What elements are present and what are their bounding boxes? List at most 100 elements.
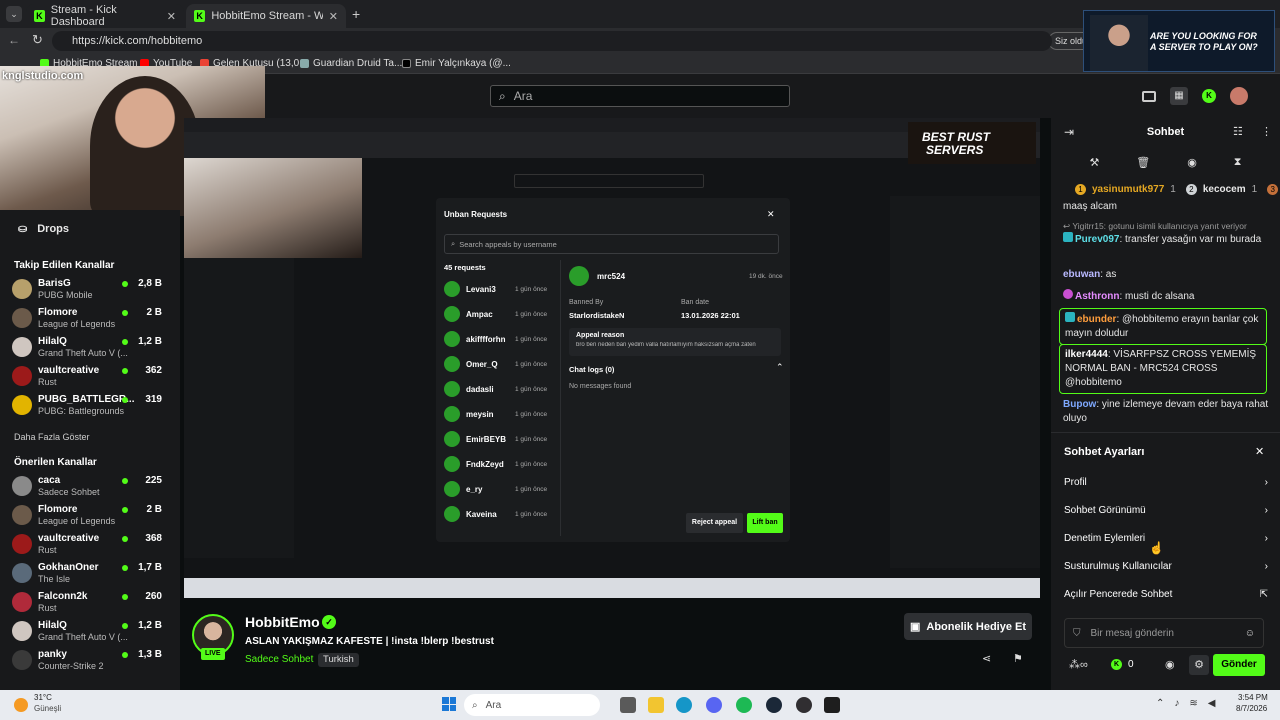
no-messages-text: No messages found	[569, 383, 632, 390]
channel-game: Sadece Sohbet	[38, 487, 100, 497]
channel-name[interactable]: HobbitEmo	[245, 614, 320, 630]
edge-icon[interactable]	[676, 697, 692, 713]
windows-start-icon[interactable]	[442, 697, 456, 711]
bookmark-label: Guardian Druid Ta...	[313, 58, 403, 69]
bookmark-item[interactable]: Emir Yalçınkaya (@...	[402, 58, 511, 69]
live-dot-icon	[122, 339, 128, 345]
emoji-icon[interactable]: ☺	[1245, 628, 1255, 639]
top-user-name[interactable]: kecocem	[1203, 184, 1246, 195]
chat-username[interactable]: Bupow	[1063, 399, 1096, 410]
obs-icon[interactable]	[796, 697, 812, 713]
sidebar-channel[interactable]: vaultcreative Rust 368	[12, 531, 176, 557]
theatre-mode-icon[interactable]	[1142, 90, 1156, 102]
taskbar-date[interactable]: 8/7/2026	[1236, 704, 1267, 713]
close-tab-icon[interactable]: ✕	[167, 10, 176, 23]
chat-bubble-icon[interactable]: ◉	[1165, 658, 1175, 671]
sidebar-channel[interactable]: vaultcreative Rust 362	[12, 363, 176, 389]
stream-title: ASLAN YAKIŞMAZ KAFESTE | !insta !blerp !…	[245, 636, 494, 647]
send-button[interactable]: Gönder	[1213, 654, 1265, 676]
channel-name: Flomore	[38, 504, 78, 515]
sidebar-channel[interactable]: caca Sadece Sohbet 225	[12, 473, 176, 499]
file-explorer-icon[interactable]	[648, 697, 664, 713]
chat-username[interactable]: ilker4444	[1065, 349, 1108, 360]
unban-request-item: Ampac 1 gün önce	[444, 303, 554, 325]
wifi-icon[interactable]: ≋	[1189, 698, 1197, 709]
share-icon[interactable]: ⋖	[982, 652, 991, 665]
kick-points-icon[interactable]: K	[1202, 89, 1216, 103]
sidebar-channel[interactable]: GokhanOner The Isle 1,7 B	[12, 560, 176, 586]
channel-name: panky	[38, 649, 67, 660]
nested-sidebar	[184, 258, 294, 558]
discord-icon[interactable]	[706, 697, 722, 713]
channel-avatar	[12, 534, 32, 554]
report-icon[interactable]: ⚑	[1013, 652, 1023, 665]
settings-chat-view[interactable]: Sohbet Görünümü ›	[1064, 505, 1268, 516]
chat-username[interactable]: ebuwan	[1063, 269, 1100, 280]
chevron-up-icon[interactable]: ⌃	[1156, 698, 1164, 709]
settings-moderation-actions[interactable]: Denetim Eylemleri ›	[1064, 533, 1268, 544]
reload-icon[interactable]: ↻	[32, 32, 43, 48]
settings-popout-chat[interactable]: Açılır Pencerede Sohbet ⇱	[1064, 589, 1268, 600]
taskbar-search[interactable]: ⌕ Ara	[464, 694, 600, 716]
volume-icon[interactable]: ◀	[1208, 698, 1216, 709]
category-link[interactable]: Sadece Sohbet	[245, 654, 313, 665]
settings-muted-users[interactable]: Susturulmuş Kullanıcılar ›	[1064, 561, 1268, 572]
sidebar-channel[interactable]: Flomore League of Legends 2 B	[12, 305, 176, 331]
show-more-link[interactable]: Daha Fazla Göster	[14, 432, 90, 442]
viewer-count: 1,2 B	[138, 620, 162, 631]
sidebar-channel[interactable]: HilalQ Grand Theft Auto V (... 1,2 B	[12, 334, 176, 360]
request-username: EmirBEYB	[466, 434, 507, 444]
selected-user-avatar	[569, 266, 589, 286]
chat-username[interactable]: Asthronn	[1075, 291, 1119, 302]
tray-icons[interactable]: ⌃ ♪ ≋ ◀	[1156, 698, 1215, 709]
user-avatar[interactable]	[1230, 87, 1248, 105]
chat-message: Asthronn: musti dc alsana	[1063, 289, 1269, 304]
settings-profile[interactable]: Profil ›	[1064, 477, 1268, 488]
tab-kick-dashboard[interactable]: K Stream - Kick Dashboard ✕	[26, 4, 184, 28]
drops-link[interactable]: ⛀ Drops	[18, 222, 69, 236]
chat-username[interactable]: ebunder	[1077, 314, 1116, 325]
hammer-icon[interactable]: ⚒	[1089, 156, 1099, 169]
top-user-name[interactable]: yasinumutk977	[1092, 184, 1164, 195]
trash-icon[interactable]: 🗑	[1136, 156, 1150, 169]
chat-message-highlighted: ebunder: @hobbitemo erayın banlar çok ma…	[1059, 308, 1267, 345]
new-tab-button[interactable]: +	[352, 6, 360, 22]
chat-input-box[interactable]: ⛉ Bir mesaj gönderin ☺	[1064, 618, 1264, 648]
request-avatar	[444, 431, 460, 447]
chat-settings-gear-icon[interactable]: ⚙	[1189, 655, 1209, 675]
terminal-icon[interactable]	[824, 697, 840, 713]
points-icon: K	[1111, 659, 1122, 670]
sidebar-channel[interactable]: Flomore League of Legends 2 B	[12, 502, 176, 528]
chat-more-icon[interactable]: ⋮	[1261, 125, 1272, 138]
language-tag[interactable]: Turkish	[318, 653, 359, 667]
followers-only-icon[interactable]: ⁂∞	[1069, 658, 1088, 671]
hourglass-icon[interactable]: ⧗	[1234, 156, 1242, 169]
chat-username[interactable]: Purev097	[1075, 234, 1119, 245]
taskview-icon[interactable]	[620, 697, 636, 713]
microphone-icon[interactable]: ♪	[1174, 698, 1179, 709]
close-tab-icon[interactable]: ✕	[329, 10, 338, 23]
sidebar-channel[interactable]: BarisG PUBG Mobile 2,8 B	[12, 276, 176, 302]
sidebar-channel[interactable]: Falconn2k Rust 260	[12, 589, 176, 615]
chat-users-icon[interactable]: ☷	[1233, 125, 1243, 138]
sidebar-channel[interactable]: panky Counter-Strike 2 1,3 B	[12, 647, 176, 673]
request-username: akifffforhn	[466, 334, 506, 344]
dashboard-icon[interactable]: ▦	[1170, 87, 1188, 105]
back-arrow-icon[interactable]: ←	[8, 33, 20, 47]
tab-hobbitemo-stream[interactable]: K HobbitEmo Stream - Watch Live o ✕	[186, 4, 346, 28]
modal-close-icon: ✕	[767, 209, 775, 219]
message-icon[interactable]: ◉	[1187, 156, 1197, 169]
sidebar-channel[interactable]: HilalQ Grand Theft Auto V (... 1,2 B	[12, 618, 176, 644]
sidebar-channel[interactable]: PUBG_BATTLEGR... PUBG: Battlegrounds 319	[12, 392, 176, 418]
bookmark-item[interactable]: Guardian Druid Ta...	[300, 58, 402, 69]
search-input[interactable]: ⌕ Ara	[490, 85, 790, 107]
url-input[interactable]: https://kick.com/hobbitemo	[52, 31, 1052, 51]
weather-icon[interactable]	[14, 698, 28, 712]
tab-title: Stream - Kick Dashboard	[50, 4, 117, 28]
tab-list-menu-icon[interactable]: ⌄	[6, 6, 22, 22]
gift-sub-button[interactable]: ▣ Abonelik Hediye Et	[904, 613, 1032, 640]
spotify-icon[interactable]	[736, 697, 752, 713]
steam-icon[interactable]	[766, 697, 782, 713]
close-settings-icon[interactable]: ✕	[1255, 445, 1264, 458]
taskbar-time[interactable]: 3:54 PM	[1238, 693, 1268, 702]
